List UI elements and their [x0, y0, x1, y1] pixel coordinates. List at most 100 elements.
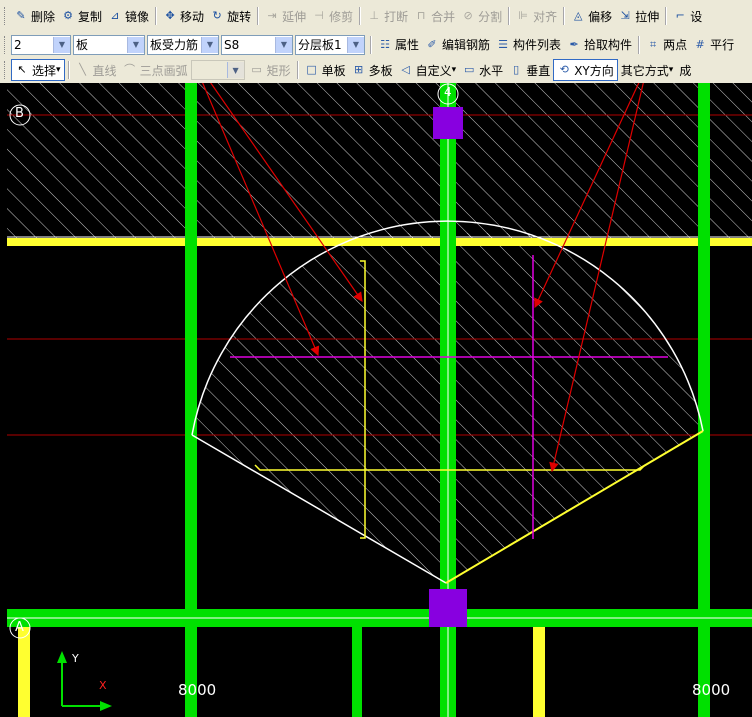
- offset-button[interactable]: ◬ 偏移: [568, 6, 615, 26]
- copy-button[interactable]: ⚙ 复制: [58, 6, 105, 26]
- break-button[interactable]: ⊥ 打断: [364, 6, 411, 26]
- cursor-icon: ↖: [17, 63, 27, 76]
- merge-button[interactable]: ⊓ 合并: [411, 6, 458, 26]
- component-list-button[interactable]: ☰ 构件列表: [493, 35, 564, 55]
- trim-icon: ⊣: [314, 9, 324, 22]
- trim-button[interactable]: ⊣ 修剪: [309, 6, 356, 26]
- component-name-select[interactable]: S8 ▼: [221, 34, 293, 55]
- two-points-icon: ⌗: [649, 37, 657, 51]
- merge-icon: ⊓: [416, 9, 426, 22]
- top-beam[interactable]: [7, 238, 752, 246]
- button-label: 打断: [384, 9, 409, 24]
- beam-stub-1: [352, 627, 362, 717]
- select-value: S8: [224, 37, 240, 52]
- chevron-down-icon[interactable]: ▼: [347, 36, 364, 53]
- break-icon: ⊥: [369, 9, 379, 22]
- single-slab-icon: □: [306, 63, 317, 76]
- trailing-label[interactable]: 成: [676, 60, 694, 80]
- select-value: 2: [14, 37, 22, 52]
- button-label: 修剪: [329, 9, 354, 24]
- axis-label-a: A: [15, 620, 24, 635]
- two-points-button[interactable]: ⌗ 两点: [643, 35, 690, 55]
- button-label: 设: [690, 9, 703, 24]
- xy-direction-button[interactable]: ⟲ XY方向: [553, 59, 618, 81]
- mirror-button[interactable]: ⊿ 镜像: [105, 6, 152, 26]
- split-button[interactable]: ⊘ 分割: [458, 6, 505, 26]
- arc-button[interactable]: ⌒ 三点画弧: [120, 60, 191, 80]
- custom-button[interactable]: ◁ 自定义 ▾: [396, 60, 460, 80]
- type-select[interactable]: 板 ▼: [73, 34, 145, 55]
- edit-rebar-icon: ✐: [427, 37, 437, 51]
- yellow-stub-left: [18, 627, 30, 717]
- settings-button[interactable]: ⌐ 设: [670, 6, 705, 26]
- chevron-down-icon[interactable]: ▾: [669, 65, 674, 75]
- button-label: 直线: [92, 63, 117, 78]
- pick-component-icon: ✒: [569, 37, 579, 51]
- separator: [563, 7, 566, 25]
- arc-mode-select[interactable]: ▼: [190, 60, 245, 80]
- delete-button[interactable]: ✎ 删除: [11, 6, 58, 26]
- edit-toolbar: ✎ 删除 ⚙ 复制 ⊿ 镜像 ✥ 移动 ↻ 旋转 ⇥ 延伸 ⊣ 修剪 ⊥ 打断 ⊓ 合并 ⊘ 分割 ⊫ 对齐 ◬ 偏移 ⇲ 拉伸 ⌐…: [0, 0, 752, 33]
- button-label: 两点: [663, 38, 688, 52]
- chevron-down-icon[interactable]: ▾: [56, 65, 61, 75]
- line-icon: ╲: [79, 63, 86, 76]
- rectangle-button[interactable]: ▭ 矩形: [247, 60, 294, 80]
- properties-button[interactable]: ☷ 属性: [375, 35, 422, 55]
- move-button[interactable]: ✥ 移动: [160, 6, 207, 26]
- multi-slab-button[interactable]: ⊞ 多板: [349, 60, 396, 80]
- chevron-down-icon[interactable]: ▾: [452, 65, 457, 75]
- edit-rebar-button[interactable]: ✐ 编辑钢筋: [422, 35, 493, 55]
- chevron-down-icon[interactable]: ▼: [226, 62, 244, 78]
- separator: [296, 61, 299, 79]
- delete-icon: ✎: [16, 9, 26, 22]
- button-label: 单板: [321, 63, 346, 78]
- separator: [665, 7, 668, 25]
- separator: [67, 61, 70, 79]
- button-label: 旋转: [227, 9, 252, 24]
- layer-select[interactable]: 分层板1 ▼: [295, 34, 365, 55]
- column-bottom[interactable]: [429, 589, 467, 627]
- drawing-canvas[interactable]: B 4 A 8000 8000 Y X: [0, 83, 752, 717]
- floor-select[interactable]: 2 ▼: [11, 34, 71, 55]
- parallel-icon: #: [695, 37, 705, 51]
- horizontal-button[interactable]: ▭ 水平: [459, 60, 506, 80]
- stretch-button[interactable]: ⇲ 拉伸: [615, 6, 662, 26]
- button-label: 合并: [431, 9, 456, 24]
- horizontal-icon: ▭: [463, 63, 475, 76]
- pick-component-button[interactable]: ✒ 拾取构件: [564, 35, 635, 55]
- axis-label-b: B: [15, 106, 24, 121]
- chevron-down-icon[interactable]: ▼: [275, 36, 292, 53]
- button-label: 属性: [395, 38, 420, 52]
- toolbar-grip[interactable]: [4, 7, 8, 25]
- line-button[interactable]: ╲ 直线: [73, 60, 120, 80]
- chevron-down-icon[interactable]: ▼: [53, 36, 70, 53]
- xy-direction-icon: ⟲: [559, 63, 569, 76]
- toolbar-grip[interactable]: [4, 35, 8, 54]
- extend-button[interactable]: ⇥ 延伸: [262, 6, 309, 26]
- rotate-button[interactable]: ↻ 旋转: [207, 6, 254, 26]
- stretch-icon: ⇲: [620, 9, 630, 22]
- properties-icon: ☷: [380, 37, 390, 51]
- select-value: 板: [76, 38, 89, 52]
- button-label: 垂直: [526, 63, 551, 78]
- select-value: 板受力筋: [150, 38, 199, 52]
- component-type-select[interactable]: 板受力筋 ▼: [147, 34, 219, 55]
- toolbar-grip[interactable]: [4, 61, 8, 79]
- column-top[interactable]: [433, 107, 463, 139]
- single-slab-button[interactable]: □ 单板: [302, 60, 349, 80]
- parallel-button[interactable]: # 平行: [690, 35, 737, 55]
- vertical-button[interactable]: ▯ 垂直: [506, 60, 553, 80]
- select-tool-button[interactable]: ↖ 选择 ▾: [11, 59, 65, 81]
- rotate-icon: ↻: [212, 9, 222, 22]
- multi-slab-icon: ⊞: [354, 63, 364, 76]
- button-label: 编辑钢筋: [442, 38, 491, 52]
- cad-drawing[interactable]: [0, 83, 752, 717]
- rectangle-icon: ▭: [251, 63, 262, 76]
- align-button[interactable]: ⊫ 对齐: [513, 6, 560, 26]
- vertical-icon: ▯: [513, 63, 520, 76]
- separator: [638, 35, 641, 54]
- other-methods-button[interactable]: 其它方式 ▾: [618, 60, 677, 80]
- chevron-down-icon[interactable]: ▼: [127, 36, 144, 53]
- chevron-down-icon[interactable]: ▼: [201, 36, 218, 53]
- button-label: 复制: [78, 9, 103, 24]
